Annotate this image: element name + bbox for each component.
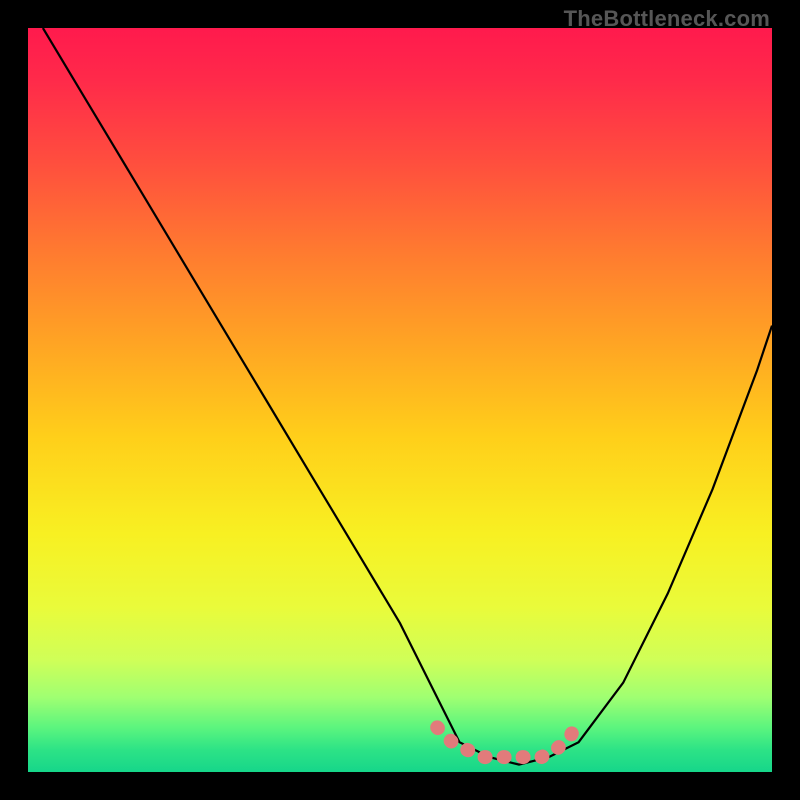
curve-layer — [28, 28, 772, 772]
plot-area — [28, 28, 772, 772]
chart-frame: TheBottleneck.com — [0, 0, 800, 800]
bottleneck-curve-line — [43, 28, 772, 765]
